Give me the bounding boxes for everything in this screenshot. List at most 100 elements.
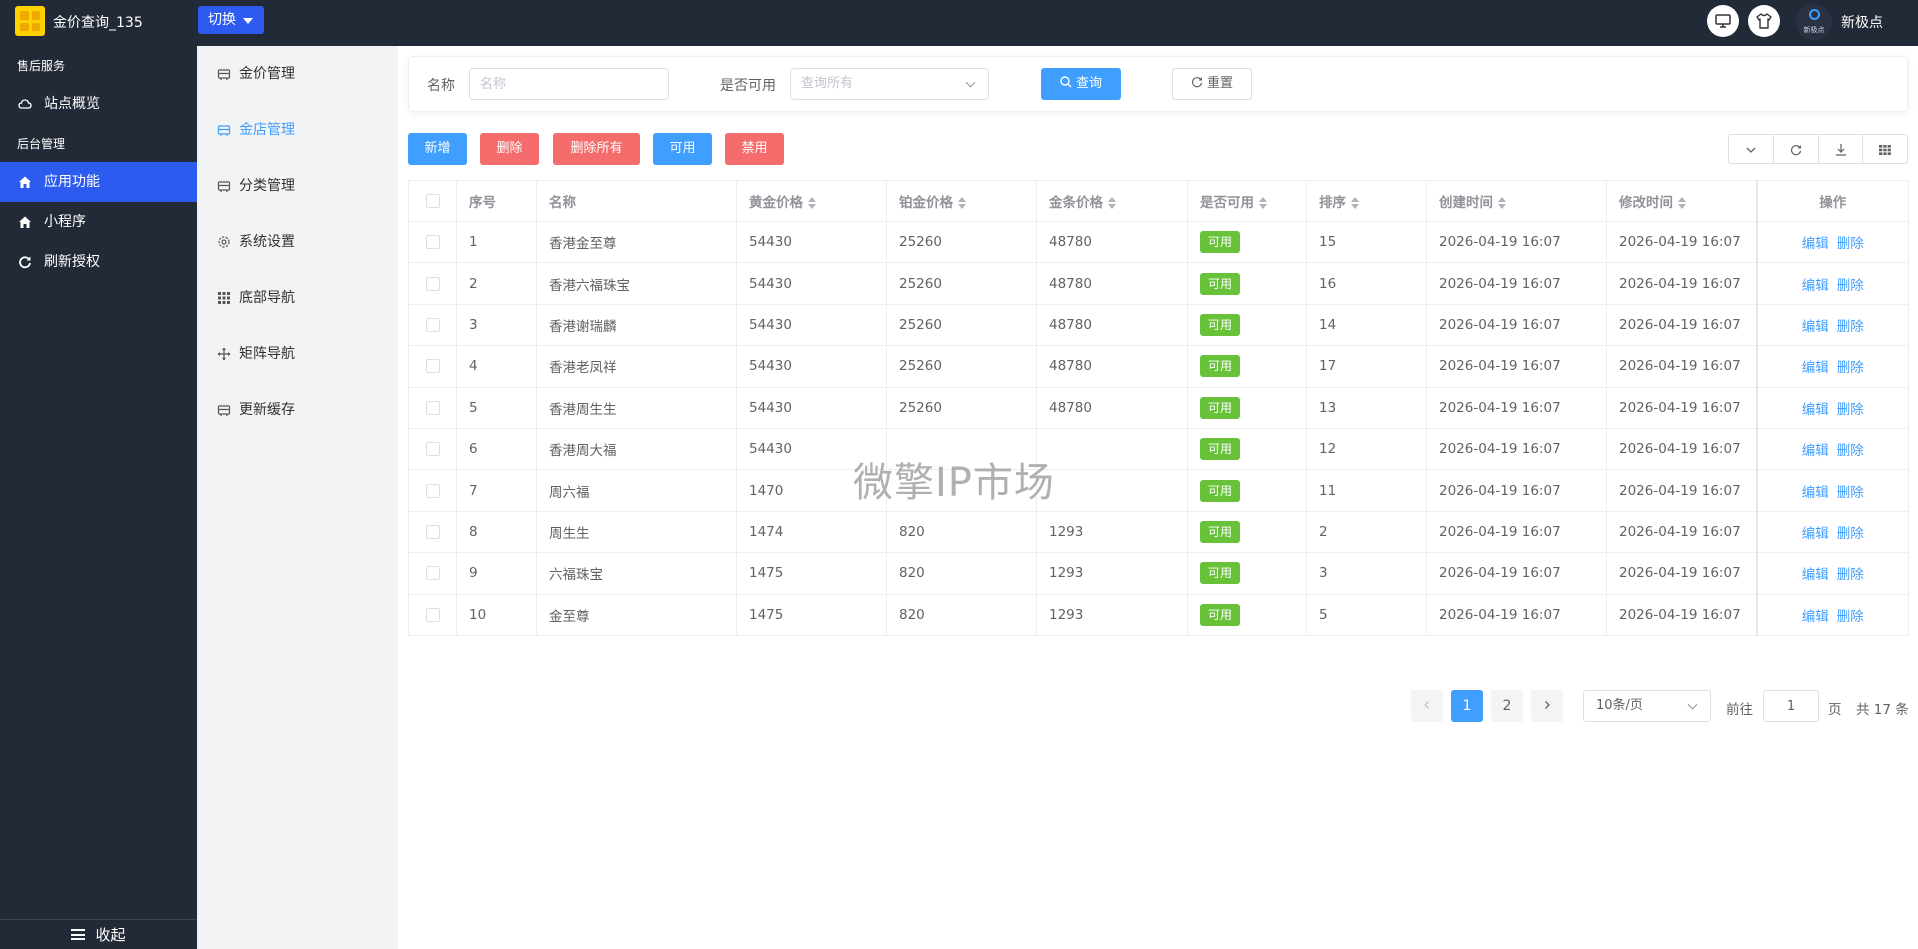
cell-gold: 54430 — [736, 387, 887, 429]
caret-down-icon — [243, 18, 253, 24]
sidebar-item-refresh-auth[interactable]: 刷新授权 — [0, 242, 197, 282]
delete-link[interactable]: 删除 — [1837, 526, 1864, 542]
reset-button[interactable]: 重置 — [1172, 68, 1252, 100]
delete-link[interactable]: 删除 — [1837, 485, 1864, 501]
cell-sort: 11 — [1306, 469, 1427, 512]
submenu-item-label: 金价管理 — [239, 66, 295, 82]
shirt-icon[interactable] — [1748, 5, 1780, 37]
page-2-button[interactable]: 2 — [1491, 690, 1523, 722]
monitor-icon[interactable] — [1707, 5, 1739, 37]
cube-icon — [217, 125, 231, 136]
edit-link[interactable]: 编辑 — [1802, 236, 1829, 252]
cell-name: 六福珠宝 — [536, 552, 737, 595]
row-checkbox[interactable] — [425, 235, 440, 250]
page-1-button[interactable]: 1 — [1451, 690, 1483, 722]
cell-actions: 编辑 删除 — [1755, 345, 1909, 388]
sidebar-item-miniapp[interactable]: 小程序 — [0, 202, 197, 242]
name-search-input[interactable] — [469, 68, 669, 100]
column-header-available[interactable]: 是否可用 — [1187, 180, 1307, 222]
row-checkbox[interactable] — [425, 442, 440, 457]
submenu-item-category[interactable]: 分类管理 — [197, 166, 398, 206]
brand-avatar[interactable]: 新极点 — [1796, 4, 1832, 40]
row-checkbox[interactable] — [425, 400, 440, 415]
row-checkbox[interactable] — [425, 607, 440, 622]
cell-bar: 48780 — [1036, 387, 1188, 429]
sort-icon — [808, 197, 816, 209]
delete-link[interactable]: 删除 — [1837, 278, 1864, 294]
collapse-sidebar-button[interactable]: 收起 — [0, 919, 197, 949]
delete-link[interactable]: 删除 — [1837, 236, 1864, 252]
row-checkbox[interactable] — [425, 276, 440, 291]
switch-button[interactable]: 切换 — [198, 6, 264, 34]
row-checkbox[interactable] — [425, 524, 440, 539]
delete-link[interactable]: 删除 — [1837, 567, 1864, 583]
cell-name: 香港老凤祥 — [536, 345, 737, 388]
submenu-item-update-cache[interactable]: 更新缓存 — [197, 390, 398, 430]
row-checkbox[interactable] — [425, 483, 440, 498]
edit-link[interactable]: 编辑 — [1802, 485, 1829, 501]
disable-button[interactable]: 禁用 — [725, 133, 784, 165]
row-checkbox[interactable] — [425, 359, 440, 374]
column-header-sort[interactable]: 排序 — [1306, 180, 1427, 222]
cell-created: 2026-04-19 16:07 — [1426, 469, 1607, 512]
row-checkbox[interactable] — [425, 566, 440, 581]
delete-link[interactable]: 删除 — [1837, 443, 1864, 459]
prev-page-button[interactable] — [1411, 690, 1443, 722]
cell-sort: 2 — [1306, 511, 1427, 554]
edit-link[interactable]: 编辑 — [1802, 319, 1829, 335]
delete-button[interactable]: 删除 — [480, 133, 539, 165]
select-all-checkbox[interactable] — [425, 194, 440, 208]
column-header-actions: 操作 — [1755, 180, 1909, 222]
cell-created: 2026-04-19 16:07 — [1426, 262, 1607, 305]
available-select[interactable]: 查询所有 — [790, 68, 989, 100]
cell-status: 可用 — [1187, 594, 1307, 636]
columns-button[interactable] — [1863, 135, 1907, 163]
row-checkbox[interactable] — [425, 317, 440, 332]
submenu-item-gold-price[interactable]: 金价管理 — [197, 54, 398, 94]
edit-link[interactable]: 编辑 — [1802, 278, 1829, 294]
submenu-item-gold-store[interactable]: 金店管理 — [197, 110, 398, 150]
export-button[interactable] — [1819, 135, 1864, 163]
sidebar-item-apps[interactable]: 应用功能 — [0, 162, 197, 202]
cell-id: 8 — [456, 511, 537, 554]
goto-page-input[interactable] — [1763, 690, 1819, 722]
next-page-button[interactable] — [1531, 690, 1563, 722]
cell-modified: 2026-04-19 16:07 — [1606, 387, 1757, 429]
cell-modified: 2026-04-19 16:07 — [1606, 221, 1757, 264]
query-button[interactable]: 查询 — [1041, 68, 1121, 100]
column-header-created[interactable]: 创建时间 — [1426, 180, 1607, 222]
delete-link[interactable]: 删除 — [1837, 319, 1864, 335]
delete-link[interactable]: 删除 — [1837, 402, 1864, 418]
sidebar-item-overview[interactable]: 站点概览 — [0, 84, 197, 124]
delete-link[interactable]: 删除 — [1837, 609, 1864, 625]
cell-gold: 54430 — [736, 221, 887, 264]
edit-link[interactable]: 编辑 — [1802, 526, 1829, 542]
edit-link[interactable]: 编辑 — [1802, 443, 1829, 459]
page-size-select[interactable]: 10条/页 — [1583, 690, 1711, 722]
add-button[interactable]: 新增 — [408, 133, 467, 165]
submenu-item-settings[interactable]: 系统设置 — [197, 222, 398, 262]
cell-sort: 13 — [1306, 387, 1427, 429]
edit-link[interactable]: 编辑 — [1802, 360, 1829, 376]
enable-button[interactable]: 可用 — [653, 133, 712, 165]
edit-link[interactable]: 编辑 — [1802, 567, 1829, 583]
column-header-bar-price[interactable]: 金条价格 — [1036, 180, 1188, 222]
delete-link[interactable]: 删除 — [1837, 360, 1864, 376]
toggle-search-button[interactable] — [1729, 135, 1774, 163]
table-row: 1 香港金至尊 54430 25260 48780 可用 15 2026-04-19 16:0… — [408, 221, 1909, 264]
cell-platinum — [886, 469, 1037, 512]
submenu-item-bottom-nav[interactable]: 底部导航 — [197, 278, 398, 318]
refresh-table-button[interactable] — [1774, 135, 1819, 163]
column-header-platinum-price[interactable]: 铂金价格 — [886, 180, 1037, 222]
brand-name[interactable]: 新极点 — [1841, 12, 1883, 32]
edit-link[interactable]: 编辑 — [1802, 609, 1829, 625]
delete-all-button[interactable]: 删除所有 — [553, 133, 640, 165]
submenu-item-matrix-nav[interactable]: 矩阵导航 — [197, 334, 398, 374]
cell-actions: 编辑 删除 — [1755, 428, 1909, 471]
row-select-cell — [408, 221, 457, 264]
column-header-modified[interactable]: 修改时间 — [1606, 180, 1757, 222]
column-header-gold-price[interactable]: 黄金价格 — [736, 180, 887, 222]
status-badge: 可用 — [1200, 396, 1241, 419]
edit-link[interactable]: 编辑 — [1802, 402, 1829, 418]
cell-modified: 2026-04-19 16:07 — [1606, 511, 1757, 554]
